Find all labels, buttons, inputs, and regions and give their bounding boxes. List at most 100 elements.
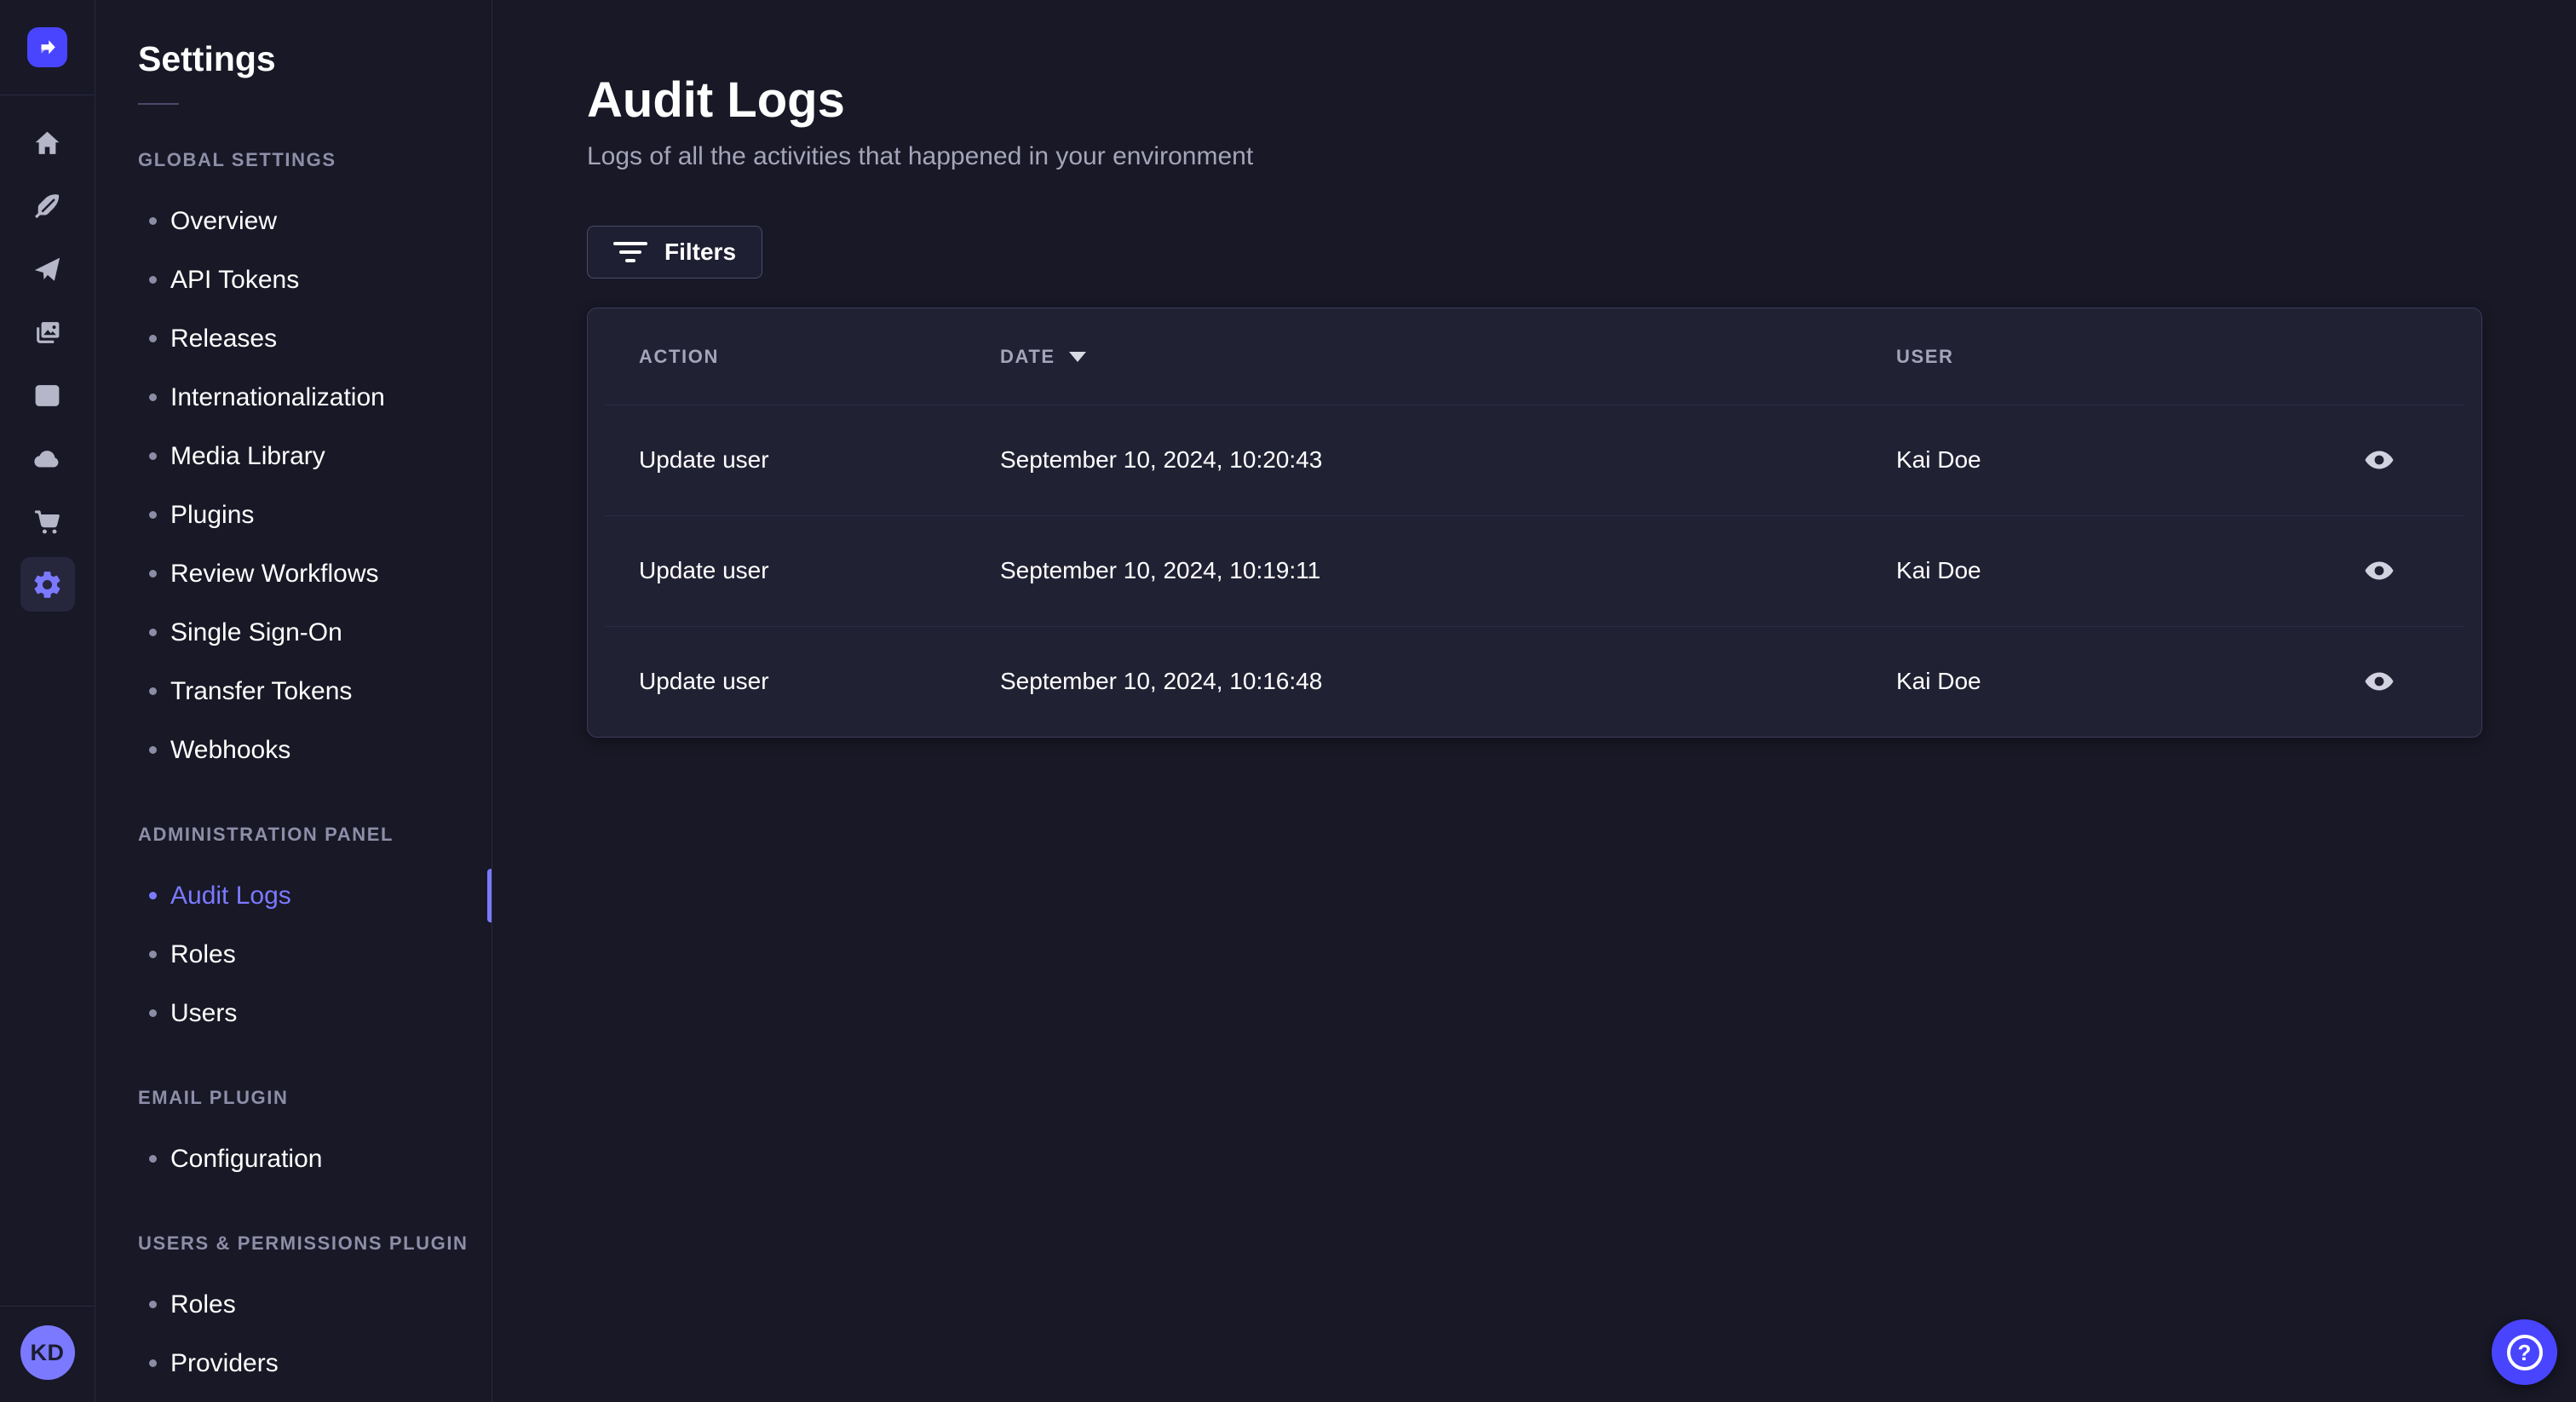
cart-icon[interactable]: [20, 494, 75, 549]
sort-desc-icon: [1068, 351, 1086, 362]
sidebar-item-audit-logs[interactable]: Audit Logs: [95, 866, 492, 925]
sidebar-item-label: Releases: [170, 324, 278, 353]
strapi-logo[interactable]: [0, 0, 95, 95]
rail-icon-list: [20, 116, 75, 612]
sidebar-item-label: Internationalization: [170, 382, 385, 411]
cell-user: Kai Doe: [1896, 557, 1981, 583]
filters-button-label: Filters: [664, 238, 737, 265]
sidebar-item-transfer-tokens[interactable]: Transfer Tokens: [95, 662, 492, 721]
sidebar-item-label: Plugins: [170, 500, 255, 529]
bullet-icon: [149, 569, 157, 577]
bullet-icon: [149, 1359, 157, 1367]
sidebar-item-roles[interactable]: Roles: [95, 925, 492, 984]
sidebar-item-webhooks[interactable]: Webhooks: [95, 721, 492, 779]
eye-icon[interactable]: [2359, 661, 2400, 702]
sidebar-item-label: Media Library: [170, 441, 325, 470]
sidebar-item-roles[interactable]: Roles: [95, 1275, 492, 1334]
filter-icon: [613, 242, 647, 262]
sidebar-item-label: Roles: [170, 939, 236, 968]
question-mark-icon: ?: [2506, 1334, 2543, 1370]
sidebar-item-configuration[interactable]: Configuration: [95, 1129, 492, 1188]
cell-date: September 10, 2024, 10:16:48: [1000, 668, 1323, 694]
cell-action: Update user: [639, 446, 769, 473]
layout-icon[interactable]: [20, 368, 75, 422]
sidebar-item-overview[interactable]: Overview: [95, 192, 492, 250]
media-library-icon[interactable]: [20, 305, 75, 359]
column-header-date[interactable]: DATE: [1000, 346, 1896, 368]
bullet-icon: [149, 510, 157, 519]
eye-icon[interactable]: [2359, 440, 2400, 480]
sidebar-item-label: API Tokens: [170, 265, 300, 294]
sidebar-item-providers[interactable]: Providers: [95, 1334, 492, 1393]
bullet-icon: [149, 745, 157, 754]
nav-section-label-global-settings: GLOBAL SETTINGS: [138, 149, 336, 170]
sidebar-item-plugins[interactable]: Plugins: [95, 486, 492, 544]
sidebar-item-internationalization[interactable]: Internationalization: [95, 368, 492, 427]
page-subtitle: Logs of all the activities that happened…: [587, 142, 1254, 170]
sidebar-item-label: Overview: [170, 206, 278, 235]
table-row[interactable]: Update user September 10, 2024, 10:20:43 K…: [588, 405, 2481, 515]
cell-user: Kai Doe: [1896, 668, 1981, 694]
cell-action: Update user: [639, 668, 769, 694]
gear-icon[interactable]: [20, 557, 75, 612]
paper-plane-icon[interactable]: [20, 242, 75, 296]
sidebar-item-users[interactable]: Users: [95, 984, 492, 1043]
bullet-icon: [149, 950, 157, 958]
strapi-logo-icon: [27, 27, 67, 67]
cloud-icon[interactable]: [20, 431, 75, 486]
bullet-icon: [149, 628, 157, 636]
eye-icon[interactable]: [2359, 550, 2400, 591]
sidebar-item-label: Review Workflows: [170, 559, 379, 588]
rail-bottom: KD: [0, 1306, 95, 1402]
cell-action: Update user: [639, 557, 769, 583]
cell-date: September 10, 2024, 10:20:43: [1000, 446, 1323, 473]
settings-nav: Settings GLOBAL SETTINGS Overview API Toke…: [95, 0, 492, 1402]
column-header-action[interactable]: ACTION: [639, 346, 1000, 368]
bullet-icon: [149, 275, 157, 284]
nav-section-label-users-permissions-plugin: USERS & PERMISSIONS PLUGIN: [138, 1232, 469, 1254]
page-title: Audit Logs: [587, 72, 845, 128]
bullet-icon: [149, 1008, 157, 1017]
bullet-icon: [149, 334, 157, 342]
sidebar-item-api-tokens[interactable]: API Tokens: [95, 250, 492, 309]
bullet-icon: [149, 1154, 157, 1163]
settings-nav-title: Settings: [138, 39, 276, 78]
sidebar-item-review-workflows[interactable]: Review Workflows: [95, 544, 492, 603]
bullet-icon: [149, 1300, 157, 1308]
sidebar-item-label: Providers: [170, 1348, 279, 1377]
main-content: Audit Logs Logs of all the activities th…: [493, 0, 2576, 1402]
settings-title-divider: [138, 103, 179, 105]
nav-section-items: Roles Providers: [95, 1275, 492, 1393]
audit-logs-table: ACTION DATE USER Update user September 10…: [587, 307, 2482, 738]
column-header-user[interactable]: USER: [1896, 346, 2359, 368]
avatar[interactable]: KD: [20, 1325, 75, 1380]
nav-section-label-email-plugin: EMAIL PLUGIN: [138, 1087, 289, 1108]
sidebar-item-label: Single Sign-On: [170, 618, 342, 646]
sidebar-item-releases[interactable]: Releases: [95, 309, 492, 368]
sidebar-item-media-library[interactable]: Media Library: [95, 427, 492, 486]
icon-rail: KD: [0, 0, 95, 1402]
bullet-icon: [149, 216, 157, 225]
sidebar-item-label: Configuration: [170, 1144, 323, 1173]
nav-section-items: Overview API Tokens Releases Internationali…: [95, 192, 492, 779]
sidebar-item-label: Webhooks: [170, 735, 291, 764]
sidebar-item-label: Users: [170, 998, 238, 1027]
table-header-row: ACTION DATE USER: [588, 308, 2481, 405]
table-row[interactable]: Update user September 10, 2024, 10:16:48 K…: [588, 626, 2481, 737]
help-button[interactable]: ?: [2492, 1319, 2557, 1385]
sidebar-item-single-sign-on[interactable]: Single Sign-On: [95, 603, 492, 662]
nav-section-items: Audit Logs Roles Users: [95, 866, 492, 1043]
cell-user: Kai Doe: [1896, 446, 1981, 473]
settings-nav-sections: GLOBAL SETTINGS Overview API Tokens Release…: [95, 149, 492, 1393]
cell-date: September 10, 2024, 10:19:11: [1000, 557, 1321, 583]
sidebar-item-label: Transfer Tokens: [170, 676, 353, 705]
filters-button[interactable]: Filters: [587, 226, 763, 279]
bullet-icon: [149, 687, 157, 695]
feather-icon[interactable]: [20, 179, 75, 233]
sidebar-item-label: Audit Logs: [170, 881, 291, 910]
home-icon[interactable]: [20, 116, 75, 170]
table-row[interactable]: Update user September 10, 2024, 10:19:11 K…: [588, 515, 2481, 626]
nav-section-label-administration-panel: ADMINISTRATION PANEL: [138, 824, 394, 845]
bullet-icon: [149, 393, 157, 401]
bullet-icon: [149, 451, 157, 460]
